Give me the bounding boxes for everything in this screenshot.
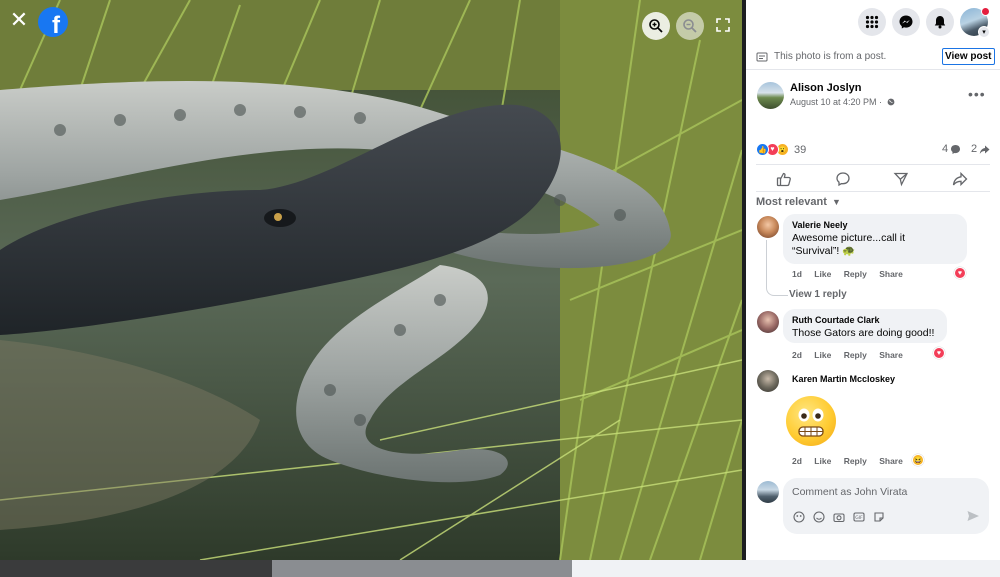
- share-count-text: 2: [971, 143, 978, 155]
- globe-icon: [887, 98, 894, 106]
- messenger-icon[interactable]: [892, 8, 920, 36]
- commenter-avatar[interactable]: [757, 311, 779, 333]
- post-icon: [756, 52, 768, 62]
- like-link[interactable]: Like: [814, 456, 831, 466]
- comment-icon: [836, 172, 850, 187]
- grid-menu-icon[interactable]: [858, 8, 886, 36]
- post-timestamp[interactable]: August 10 at 4:20 PM ·: [790, 97, 895, 107]
- author-name[interactable]: Alison Joslyn: [790, 82, 862, 94]
- heart-reaction-icon[interactable]: ♥: [933, 347, 945, 359]
- post-side-panel: ▾ This photo is from a post. View post A…: [746, 0, 1000, 560]
- send-icon: [893, 172, 909, 187]
- commenter-name[interactable]: Karen Martin Mccloskey: [792, 374, 895, 384]
- facebook-logo[interactable]: f: [38, 7, 68, 37]
- background-page-strip: [0, 560, 1000, 577]
- camera-icon[interactable]: [832, 510, 846, 524]
- reply-link[interactable]: Reply: [844, 269, 867, 279]
- gif-icon[interactable]: GIF: [852, 510, 866, 524]
- comment-count[interactable]: 4: [942, 143, 961, 155]
- share-count[interactable]: 2: [971, 143, 990, 155]
- grimacing-face-emoji: [786, 396, 836, 446]
- post-action-bar: [756, 164, 990, 192]
- share-link[interactable]: Share: [879, 269, 903, 279]
- comment-age[interactable]: 2d: [792, 350, 802, 360]
- emoji-icon[interactable]: [812, 510, 826, 524]
- commenter-avatar[interactable]: [757, 216, 779, 238]
- haha-reaction-icon[interactable]: 😆: [912, 454, 924, 466]
- comment-input[interactable]: Comment as John Virata: [792, 486, 907, 498]
- share-arrow-icon: [979, 145, 990, 154]
- background-block: [272, 560, 572, 577]
- share-link[interactable]: Share: [879, 350, 903, 360]
- comment-button[interactable]: [833, 169, 853, 189]
- composer-tools: GIF: [792, 510, 886, 524]
- commenter-name[interactable]: Valerie Neely: [792, 220, 958, 230]
- like-button[interactable]: [774, 169, 794, 189]
- reply-link[interactable]: Reply: [844, 456, 867, 466]
- zoom-out-icon[interactable]: [676, 12, 704, 40]
- comment-actions: 2d Like Reply Share: [792, 350, 913, 360]
- post-note-text: This photo is from a post.: [774, 51, 887, 62]
- comment-age[interactable]: 2d: [792, 456, 802, 466]
- reply-link[interactable]: Reply: [844, 350, 867, 360]
- like-reaction-icon: 👍: [756, 143, 769, 156]
- expand-icon[interactable]: [712, 14, 734, 36]
- chevron-down-icon: ▾: [978, 26, 990, 38]
- comment-filter-dropdown[interactable]: Most relevant ▼: [756, 196, 841, 208]
- author-avatar[interactable]: [757, 82, 784, 109]
- comment-bubble: Ruth Courtade Clark Those Gators are doi…: [783, 309, 947, 343]
- comment-actions: 1d Like Reply Share: [792, 269, 913, 279]
- zoom-in-icon[interactable]: [642, 12, 670, 40]
- comment-age[interactable]: 1d: [792, 269, 802, 279]
- photo-viewer: ✕ f: [0, 0, 742, 560]
- commenter-avatar[interactable]: [757, 370, 779, 392]
- reaction-count: 39: [794, 143, 807, 156]
- post-time-text[interactable]: August 10 at 4:20 PM ·: [790, 97, 882, 107]
- reaction-summary[interactable]: 👍 ♥ 😮 39: [756, 143, 806, 156]
- send-comment-icon[interactable]: [966, 509, 982, 525]
- more-options-icon[interactable]: •••: [968, 86, 986, 102]
- sticker-icon[interactable]: [872, 510, 886, 524]
- thumbs-up-icon: [776, 172, 791, 187]
- like-link[interactable]: Like: [814, 269, 831, 279]
- view-post-link[interactable]: View post: [942, 48, 995, 65]
- close-icon[interactable]: ✕: [8, 10, 30, 32]
- notification-dot: [981, 7, 990, 16]
- view-replies-link[interactable]: View 1 reply: [789, 289, 847, 300]
- heart-reaction-icon[interactable]: ♥: [954, 267, 966, 279]
- comment-composer[interactable]: Comment as John Virata GIF: [783, 478, 989, 534]
- comment-filter-label[interactable]: Most relevant: [756, 196, 827, 208]
- comment-count-text: 4: [942, 143, 949, 155]
- bell-icon[interactable]: [926, 8, 954, 36]
- comment-text: “Survival”! 🐢: [792, 245, 856, 257]
- avatar-sticker-icon[interactable]: [792, 510, 806, 524]
- comment-bubble: Valerie Neely Awesome picture...call it …: [783, 214, 967, 264]
- svg-text:GIF: GIF: [855, 515, 863, 521]
- like-link[interactable]: Like: [814, 350, 831, 360]
- comment-bubble-icon: [951, 144, 961, 154]
- current-user-avatar[interactable]: [757, 481, 779, 503]
- top-navigation: ▾: [746, 0, 1000, 44]
- post-origin-note: This photo is from a post. View post: [746, 44, 1000, 70]
- chevron-down-icon: ▼: [831, 197, 841, 207]
- share-icon: [952, 171, 968, 187]
- send-button[interactable]: [891, 169, 911, 189]
- facebook-logo-letter: f: [52, 12, 60, 37]
- comment-text: Awesome picture...call it: [792, 232, 906, 244]
- share-link[interactable]: Share: [879, 456, 903, 466]
- comment-text: Those Gators are doing good!!: [792, 327, 935, 339]
- share-button[interactable]: [950, 169, 970, 189]
- background-block: [0, 560, 272, 577]
- account-avatar[interactable]: ▾: [960, 7, 990, 38]
- photo[interactable]: [0, 0, 742, 560]
- comment-actions: 2d Like Reply Share: [792, 456, 913, 466]
- commenter-name[interactable]: Ruth Courtade Clark: [792, 315, 938, 325]
